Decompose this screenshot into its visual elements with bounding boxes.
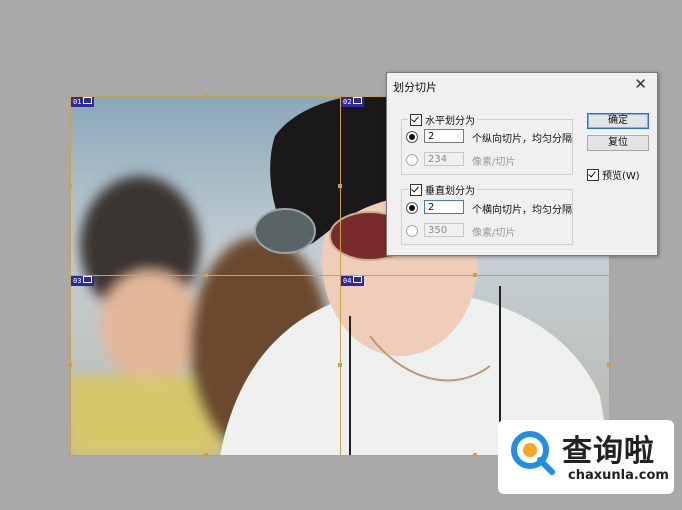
horizontal-divide-checkbox[interactable]: 水平划分为 [408, 112, 477, 127]
horizontal-pixels-input[interactable]: 234 [424, 152, 464, 166]
preview-label: 预览(W) [602, 171, 640, 182]
checkbox-checked-icon [410, 113, 422, 126]
slice-tag-04[interactable]: 04 [341, 276, 365, 286]
resize-handle[interactable] [473, 273, 477, 277]
vertical-divide-group: 垂直划分为 2 个横向切片，均匀分隔 350 像素/切片 [401, 182, 573, 245]
watermark-url: chaxunla.com [568, 468, 669, 483]
slice-number: 02 [343, 98, 352, 106]
image-icon [353, 97, 363, 104]
slice-number: 01 [73, 98, 82, 106]
vertical-pixels-input[interactable]: 350 [424, 223, 464, 237]
resize-handle[interactable] [204, 273, 208, 277]
search-logo-icon [511, 431, 555, 475]
slice-tag-03[interactable]: 03 [71, 276, 95, 286]
resize-handle[interactable] [338, 184, 342, 188]
horizontal-count-input[interactable]: 2 [424, 129, 464, 143]
vertical-count-input[interactable]: 2 [424, 200, 464, 214]
resize-handle[interactable] [473, 453, 477, 457]
slice-tag-02[interactable]: 02 [341, 97, 365, 107]
resize-handle[interactable] [607, 363, 611, 367]
vertical-count-label: 个横向切片，均匀分隔 [472, 205, 572, 216]
watermark: 查询啦 chaxunla.com [498, 420, 674, 494]
checkbox-checked-icon [410, 183, 422, 196]
vertical-pixels-label: 像素/切片 [472, 228, 516, 239]
slice-number: 03 [73, 277, 82, 285]
ok-button[interactable]: 确定 [587, 113, 649, 129]
vertical-divide-label: 垂直划分为 [425, 186, 475, 197]
horizontal-divide-label: 水平划分为 [425, 116, 475, 127]
watermark-text: 查询啦 [562, 434, 655, 469]
close-icon[interactable]: ✕ [634, 75, 647, 93]
image-icon [353, 276, 363, 283]
reset-button[interactable]: 复位 [587, 135, 649, 151]
vertical-pixels-radio[interactable] [406, 225, 418, 237]
horizontal-count-label: 个纵向切片，均匀分隔 [472, 134, 572, 145]
horizontal-pixels-radio[interactable] [406, 154, 418, 166]
slice-number: 04 [343, 277, 352, 285]
divide-slice-dialog: 划分切片 ✕ 水平划分为 2 个纵向切片，均匀分隔 234 像素/切片 垂直划分… [386, 72, 658, 256]
resize-handle[interactable] [338, 363, 342, 367]
image-icon [83, 97, 93, 104]
slice-tag-01[interactable]: 01 [71, 97, 95, 107]
resize-handle[interactable] [68, 184, 72, 188]
image-icon [83, 276, 93, 283]
vertical-divide-checkbox[interactable]: 垂直划分为 [408, 182, 477, 197]
dialog-title: 划分切片 [393, 81, 437, 94]
horizontal-count-radio[interactable] [406, 131, 418, 143]
checkbox-checked-icon [587, 168, 599, 181]
vertical-count-radio[interactable] [406, 202, 418, 214]
resize-handle[interactable] [204, 94, 208, 98]
horizontal-divide-group: 水平划分为 2 个纵向切片，均匀分隔 234 像素/切片 [401, 112, 573, 175]
preview-checkbox[interactable]: 预览(W) [587, 167, 640, 182]
resize-handle[interactable] [68, 363, 72, 367]
horizontal-pixels-label: 像素/切片 [472, 157, 516, 168]
resize-handle[interactable] [204, 453, 208, 457]
